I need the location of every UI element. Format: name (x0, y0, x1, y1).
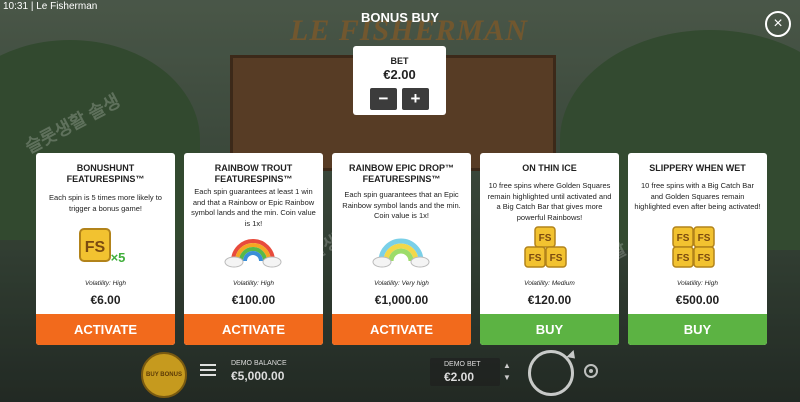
card-title: RAINBOW EPIC DROP™ FEATURESPINS™ (348, 163, 454, 184)
svg-text:FS: FS (85, 239, 106, 256)
card-volatility: Volatility: Very high (374, 280, 429, 287)
svg-text:FS: FS (677, 233, 690, 244)
spin-icon[interactable] (528, 350, 574, 396)
svg-text:FS: FS (677, 253, 690, 264)
feature-card-on-thin-ice: ON THIN ICE 10 free spins where Golden S… (480, 153, 619, 345)
svg-text:FS: FS (539, 233, 552, 244)
card-description: Each spin guarantees that an Epic Rainbo… (342, 190, 461, 220)
svg-text:×5: ×5 (111, 250, 126, 265)
rainbow-icon (184, 231, 323, 277)
card-description: 10 free spins with a Big Catch Bar and G… (634, 181, 761, 211)
bet-selector: BET €2.00 − + (353, 46, 446, 115)
autoplay-icon[interactable] (584, 364, 598, 378)
buy-bonus-label: BUY BONUS (146, 372, 182, 378)
buy-button[interactable]: BUY (480, 314, 619, 345)
close-icon[interactable]: × (765, 11, 791, 37)
card-title: SLIPPERY WHEN WET (649, 163, 746, 173)
card-volatility: Volatility: High (677, 280, 718, 287)
card-volatility: Volatility: High (233, 280, 274, 287)
card-title: BONUSHUNT FEATURESPINS™ (66, 163, 145, 184)
svg-text:FS: FS (698, 233, 711, 244)
modal-title: BONUS BUY (360, 10, 439, 25)
card-title: ON THIN ICE (522, 163, 577, 173)
fs-x5-icon: FS ×5 (36, 225, 175, 271)
card-price: €500.00 (675, 293, 720, 307)
card-description: 10 free spins where Golden Squares remai… (487, 181, 612, 222)
menu-icon[interactable] (200, 364, 216, 379)
card-price: €100.00 (231, 293, 276, 307)
bet-label: BET (390, 56, 409, 66)
feature-card-rainbow-epic-drop: RAINBOW EPIC DROP™ FEATURESPINS™ Each sp… (332, 153, 471, 345)
bet-stepper-icon[interactable]: ▲ ▼ (503, 360, 511, 384)
card-price: €1,000.00 (374, 293, 429, 307)
activate-button[interactable]: ACTIVATE (36, 314, 175, 345)
bet-value: €2.00 (383, 67, 416, 82)
fs-stack-icon: FS FS FS (480, 225, 619, 271)
card-price: €120.00 (527, 293, 572, 307)
card-description: Each spin guarantees at least 1 win and … (191, 187, 316, 228)
demo-balance-label: DEMO BALANCE (231, 360, 287, 367)
activate-button[interactable]: ACTIVATE (184, 314, 323, 345)
demo-bet-value: €2.00 (444, 370, 475, 384)
card-description: Each spin is 5 times more likely to trig… (49, 193, 162, 213)
card-price: €6.00 (90, 293, 121, 307)
activate-button[interactable]: ACTIVATE (332, 314, 471, 345)
svg-text:FS: FS (550, 253, 563, 264)
decrease-bet-button[interactable]: − (370, 88, 397, 110)
card-title: RAINBOW TROUT FEATURESPINS™ (214, 163, 293, 184)
feature-card-rainbow-trout: RAINBOW TROUT FEATURESPINS™ Each spin gu… (184, 153, 323, 345)
epic-rainbow-icon (332, 229, 471, 275)
buy-button[interactable]: BUY (628, 314, 767, 345)
feature-card-bonushunt: BONUSHUNT FEATURESPINS™ Each spin is 5 t… (36, 153, 175, 345)
fs-stack-large-icon: FS FS FS FS (628, 225, 767, 271)
buy-bonus-button[interactable]: BUY BONUS (141, 352, 187, 398)
svg-text:FS: FS (698, 253, 711, 264)
card-volatility: Volatility: Medium (524, 280, 575, 287)
increase-bet-button[interactable]: + (402, 88, 429, 110)
demo-bet-label: DEMO BET (444, 361, 481, 368)
card-volatility: Volatility: High (85, 280, 126, 287)
demo-balance-value: €5,000.00 (231, 369, 285, 383)
svg-text:FS: FS (529, 253, 542, 264)
feature-card-slippery-when-wet: SLIPPERY WHEN WET 10 free spins with a B… (628, 153, 767, 345)
